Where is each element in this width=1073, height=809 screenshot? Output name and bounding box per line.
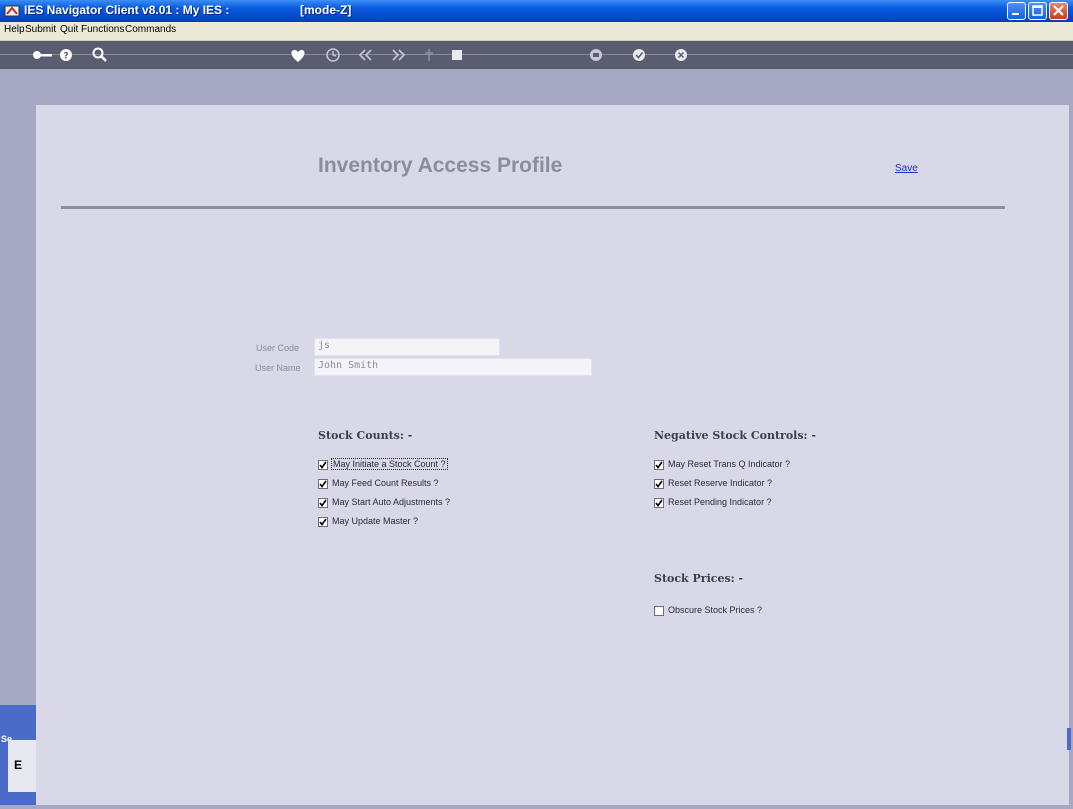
page-title: Inventory Access Profile bbox=[318, 154, 563, 177]
checkbox-box[interactable] bbox=[318, 460, 328, 470]
toolbar-divider bbox=[0, 54, 1073, 55]
search-icon[interactable] bbox=[88, 44, 112, 66]
stock-prices-heading: Stock Prices: - bbox=[654, 572, 744, 585]
checkbox-label: May Reset Trans Q Indicator ? bbox=[668, 459, 791, 469]
app-icon bbox=[4, 3, 20, 19]
key-icon[interactable] bbox=[30, 44, 54, 66]
checkbox-label: May Start Auto Adjustments ? bbox=[332, 497, 451, 507]
user-name-label: User Name bbox=[255, 363, 301, 373]
menu-commands[interactable]: Commands bbox=[125, 24, 176, 35]
pin-icon[interactable] bbox=[417, 44, 441, 66]
menu-quit[interactable]: Quit bbox=[60, 24, 78, 35]
forward-icon[interactable] bbox=[386, 44, 410, 66]
heart-icon[interactable] bbox=[286, 44, 310, 66]
stock-counts-heading: Stock Counts: - bbox=[318, 429, 413, 442]
maximize-button[interactable] bbox=[1028, 2, 1047, 20]
scrollbar-marker[interactable] bbox=[1067, 728, 1071, 750]
checkbox-label: Obscure Stock Prices ? bbox=[668, 605, 763, 615]
window-title: IES Navigator Client v8.01 : My IES : bbox=[24, 3, 230, 17]
stop-icon[interactable] bbox=[445, 44, 469, 66]
checkbox-label: May Initiate a Stock Count ? bbox=[331, 458, 448, 470]
title-divider bbox=[61, 206, 1005, 209]
checkbox-box[interactable] bbox=[318, 517, 328, 527]
help-icon[interactable]: ? bbox=[54, 44, 78, 66]
minimize-button[interactable] bbox=[1007, 2, 1026, 20]
close-icon[interactable] bbox=[669, 44, 693, 66]
form-panel bbox=[36, 105, 1069, 805]
back-icon[interactable] bbox=[354, 44, 378, 66]
checkbox-label: Reset Reserve Indicator ? bbox=[668, 478, 773, 488]
checkbox-label: Reset Pending Indicator ? bbox=[668, 497, 772, 507]
checkbox-label: May Update Master ? bbox=[332, 516, 419, 526]
checkbox-box[interactable] bbox=[654, 460, 664, 470]
user-name-input[interactable]: John Smith bbox=[314, 358, 592, 376]
menu-submit[interactable]: Submit bbox=[25, 24, 56, 35]
checkbox-label: May Feed Count Results ? bbox=[332, 478, 439, 488]
checkbox-box[interactable] bbox=[318, 479, 328, 489]
svg-text:?: ? bbox=[63, 52, 68, 62]
checkbox-box[interactable] bbox=[654, 606, 664, 616]
print-icon[interactable] bbox=[584, 44, 608, 66]
negative-stock-heading: Negative Stock Controls: - bbox=[654, 429, 816, 442]
mode-indicator: [mode-Z] bbox=[300, 3, 352, 17]
checkbox-box[interactable] bbox=[318, 498, 328, 508]
menu-help[interactable]: Help bbox=[4, 24, 25, 35]
save-link[interactable]: Save bbox=[895, 163, 918, 174]
checkbox-box[interactable] bbox=[654, 498, 664, 508]
ok-icon[interactable] bbox=[627, 44, 651, 66]
checkbox-box[interactable] bbox=[654, 479, 664, 489]
user-code-label: User Code bbox=[256, 343, 300, 353]
clock-icon[interactable] bbox=[321, 44, 345, 66]
toolbar bbox=[0, 41, 1073, 69]
side-panel-glyph: E bbox=[14, 758, 23, 772]
menu-functions[interactable]: Functions bbox=[81, 24, 124, 35]
user-code-input[interactable]: js bbox=[314, 338, 500, 356]
close-window-button[interactable] bbox=[1049, 2, 1068, 20]
